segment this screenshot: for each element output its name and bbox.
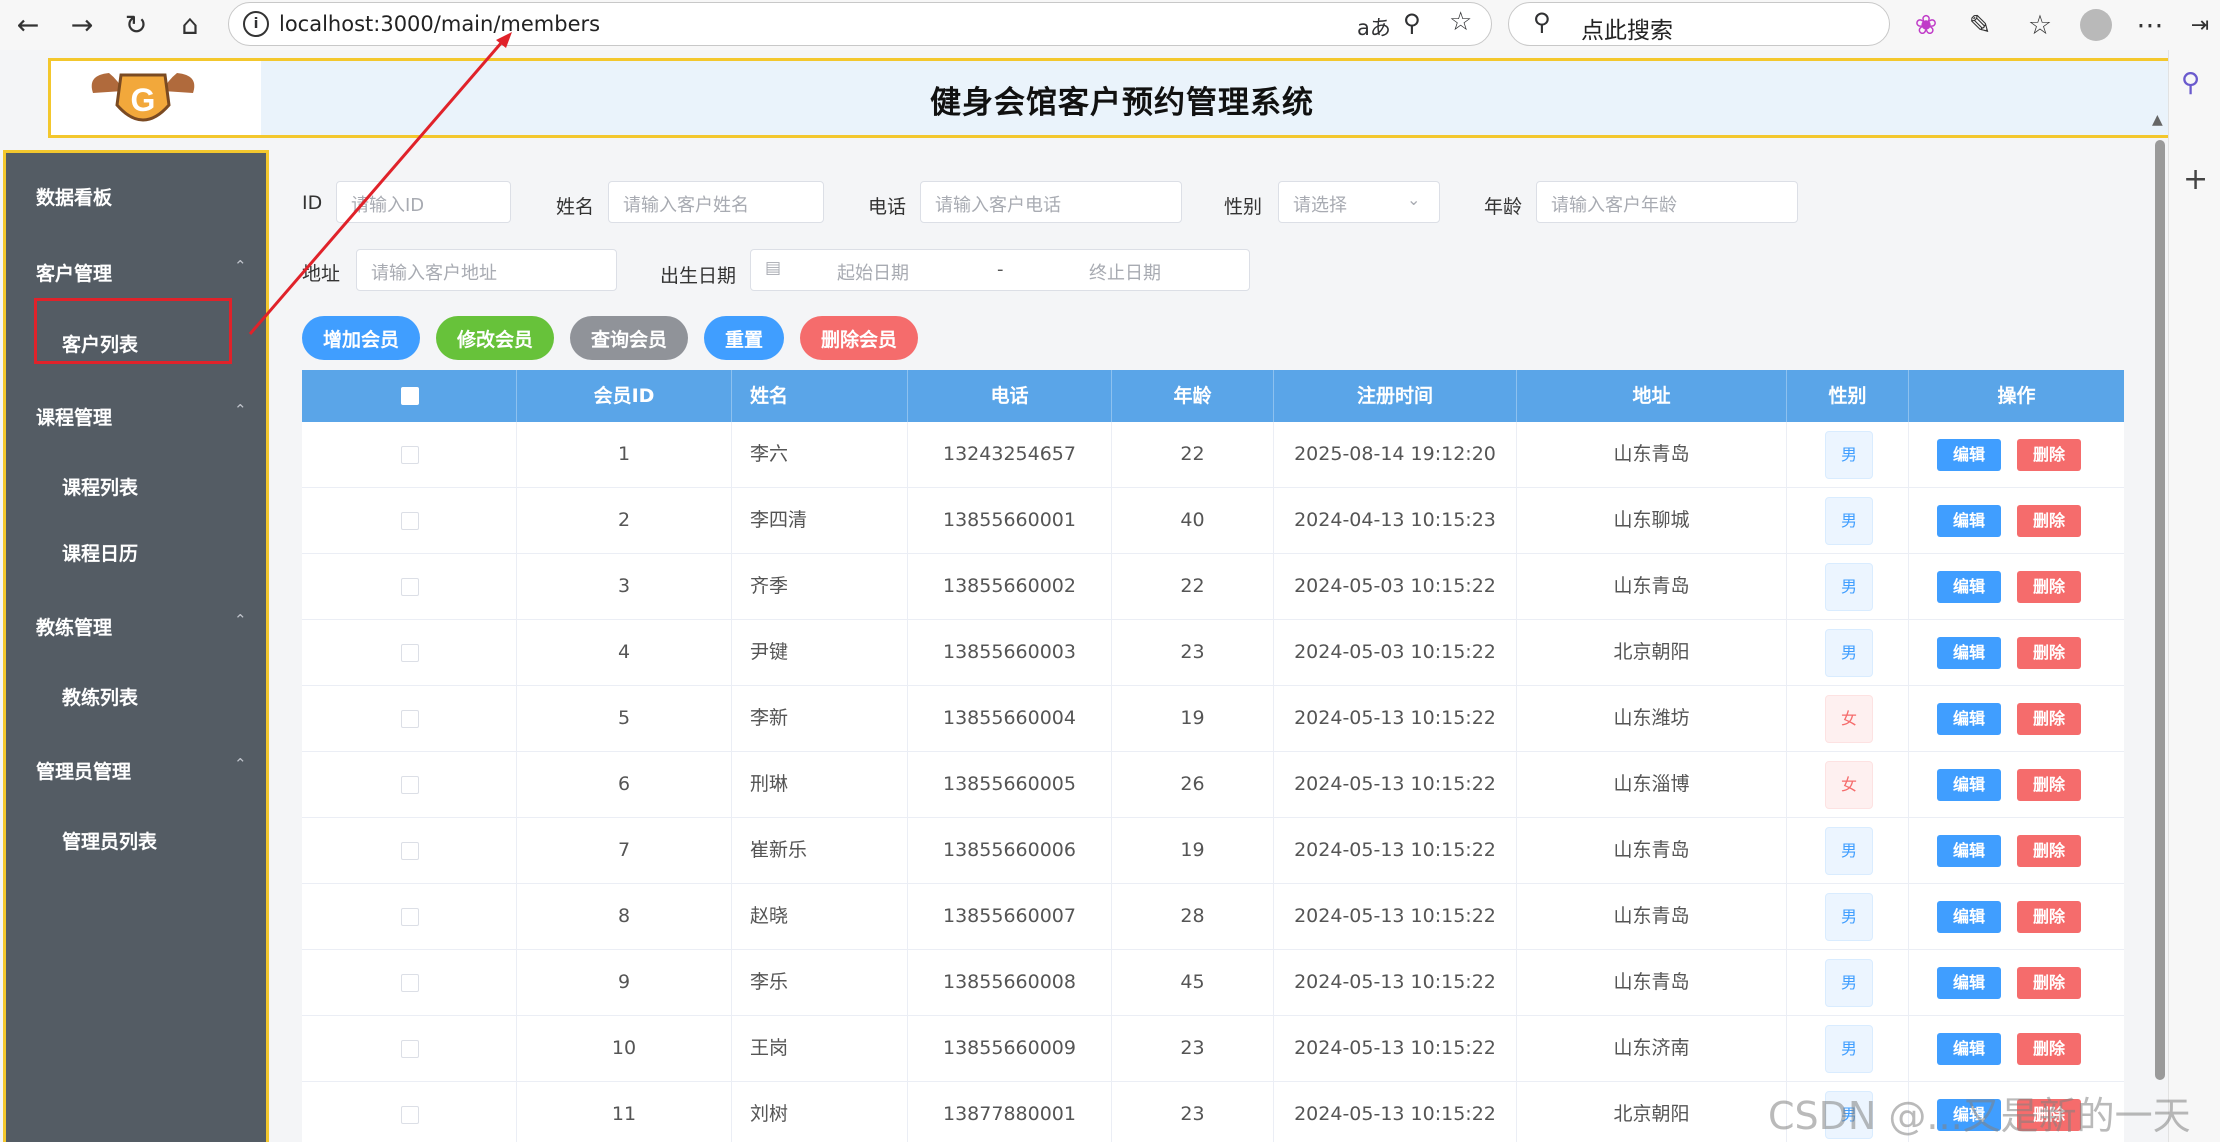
watermark: CSDN @...又是新的一天: [1768, 1094, 2191, 1138]
annotation-arrow: [248, 32, 512, 335]
annotation-arrow-line: [248, 41, 504, 335]
